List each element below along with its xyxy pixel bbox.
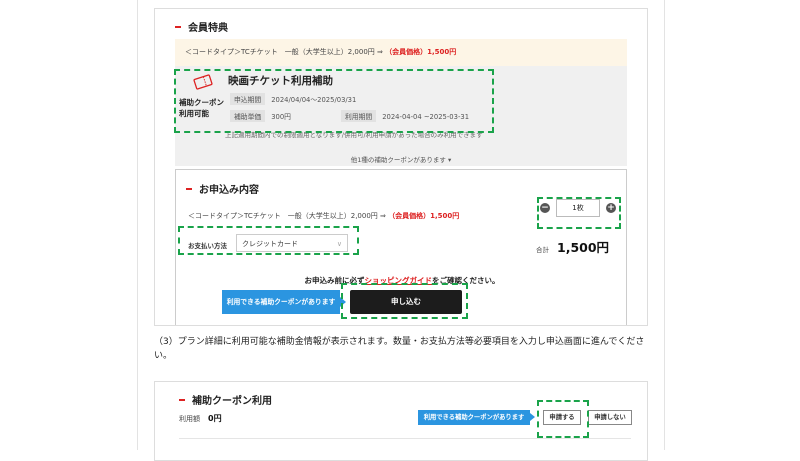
no-request-button[interactable]: 申請しない <box>588 410 632 425</box>
coupon-title: 映画チケット利用補助 <box>228 75 333 87</box>
section-dash-icon <box>186 187 192 190</box>
member-benefits-heading: 会員特典 <box>175 19 228 34</box>
payment-method-select[interactable]: クレジットカード ∨ <box>236 234 348 252</box>
price-notice: ＜コードタイプ＞TCチケット 一般（大学生以上）2,000円 ⇒ （会員価格）1… <box>175 39 627 66</box>
screenshot-coupon-usage: 補助クーポン利用 利用額 0円 利用できる補助クーポンがあります 申請する 申請し… <box>154 381 648 461</box>
order-item: ＜コードタイプ＞TCチケット 一般（大学生以上）2,000円 ⇒ （会員価格）1… <box>188 211 459 221</box>
arrow-right-icon <box>530 413 535 421</box>
coupon-note: 上記適用期間内での制限適用となります/併用可/利用申請があった場合のみ利用できま… <box>225 131 483 139</box>
apply-period-label: 申込期間 <box>230 93 266 105</box>
use-period-value: 2024-04-04 ~2025-03-31 <box>382 113 470 121</box>
apply-period-row: 申込期間 2024/04/04～2025/03/31 <box>230 93 356 105</box>
usage-amount: 利用額 0円 <box>179 413 222 424</box>
quantity-minus-button[interactable]: − <box>540 203 550 213</box>
guide-text-after: をご確認ください。 <box>432 276 500 285</box>
quantity-input[interactable]: 1枚 <box>556 199 600 217</box>
screenshot-member-benefits: 会員特典 ＜コードタイプ＞TCチケット 一般（大学生以上）2,000円 ⇒ （会… <box>154 8 648 326</box>
unit-price-value: 300円 <box>271 113 291 121</box>
usage-amount-label: 利用額 <box>179 415 200 423</box>
total-label: 合計 <box>536 246 549 254</box>
ticket-icon <box>193 74 213 90</box>
request-button[interactable]: 申請する <box>543 410 581 425</box>
order-heading: お申込み内容 <box>186 181 259 196</box>
usage-amount-value: 0円 <box>208 414 222 423</box>
coupon-card: 補助クーポン 利用可能 映画チケット利用補助 申込期間 2024/04/04～20… <box>175 66 627 166</box>
more-coupons-toggle[interactable]: 他1種の補助クーポンがあります ▾ <box>175 154 627 164</box>
coupon-usage-heading: 補助クーポン利用 <box>179 392 272 407</box>
notice-member-price: （会員価格）1,500円 <box>385 48 457 56</box>
quantity-stepper: − 1枚 + <box>540 199 616 217</box>
apply-period-value: 2024/04/04～2025/03/31 <box>271 96 357 104</box>
notice-text: ＜コードタイプ＞TCチケット 一般（大学生以上）2,000円 ⇒ <box>185 48 386 56</box>
available-coupon-button-2[interactable]: 利用できる補助クーポンがあります <box>418 410 530 425</box>
guide-text-before: お申込み前に必ず <box>304 276 365 285</box>
total-value: 1,500円 <box>557 240 610 255</box>
use-period-label: 利用期間 <box>341 110 377 122</box>
coupon-usage-title: 補助クーポン利用 <box>192 396 272 407</box>
step-caption: （3）プラン詳細に利用可能な補助金情報が表示されます。数量・お支払方法等必要項目… <box>154 337 645 361</box>
use-period-row: 利用期間 2024-04-04 ~2025-03-31 <box>341 110 469 122</box>
available-coupon-button[interactable]: 利用できる補助クーポンがあります <box>222 290 340 314</box>
member-benefits-title: 会員特典 <box>188 23 228 34</box>
quantity-plus-button[interactable]: + <box>606 203 616 213</box>
apply-button[interactable]: 申し込む <box>350 290 462 314</box>
unit-price-row: 補助単価 300円 <box>230 110 291 122</box>
section-dash-icon <box>179 398 185 401</box>
order-title: お申込み内容 <box>199 185 259 196</box>
divider <box>179 438 631 439</box>
payment-method-label: お支払い方法 <box>188 242 227 250</box>
chevron-down-icon: ∨ <box>336 240 342 248</box>
order-item-text: ＜コードタイプ＞TCチケット 一般（大学生以上）2,000円 ⇒ <box>188 212 389 220</box>
order-member-price: （会員価格）1,500円 <box>388 212 460 220</box>
coupon-available-label: 補助クーポン 利用可能 <box>179 98 224 118</box>
order-total: 合計 1,500円 <box>536 237 609 256</box>
shopping-guide-notice: お申込み前に必ずショッピングガイドをご確認ください。 <box>176 275 628 286</box>
order-form: お申込み内容 ＜コードタイプ＞TCチケット 一般（大学生以上）2,000円 ⇒ … <box>175 169 628 325</box>
payment-method-value: クレジットカード <box>242 240 298 248</box>
arrow-right-icon <box>340 297 346 307</box>
unit-price-label: 補助単価 <box>230 110 266 122</box>
section-dash-icon <box>175 25 181 28</box>
shopping-guide-link[interactable]: ショッピングガイド <box>365 276 433 285</box>
